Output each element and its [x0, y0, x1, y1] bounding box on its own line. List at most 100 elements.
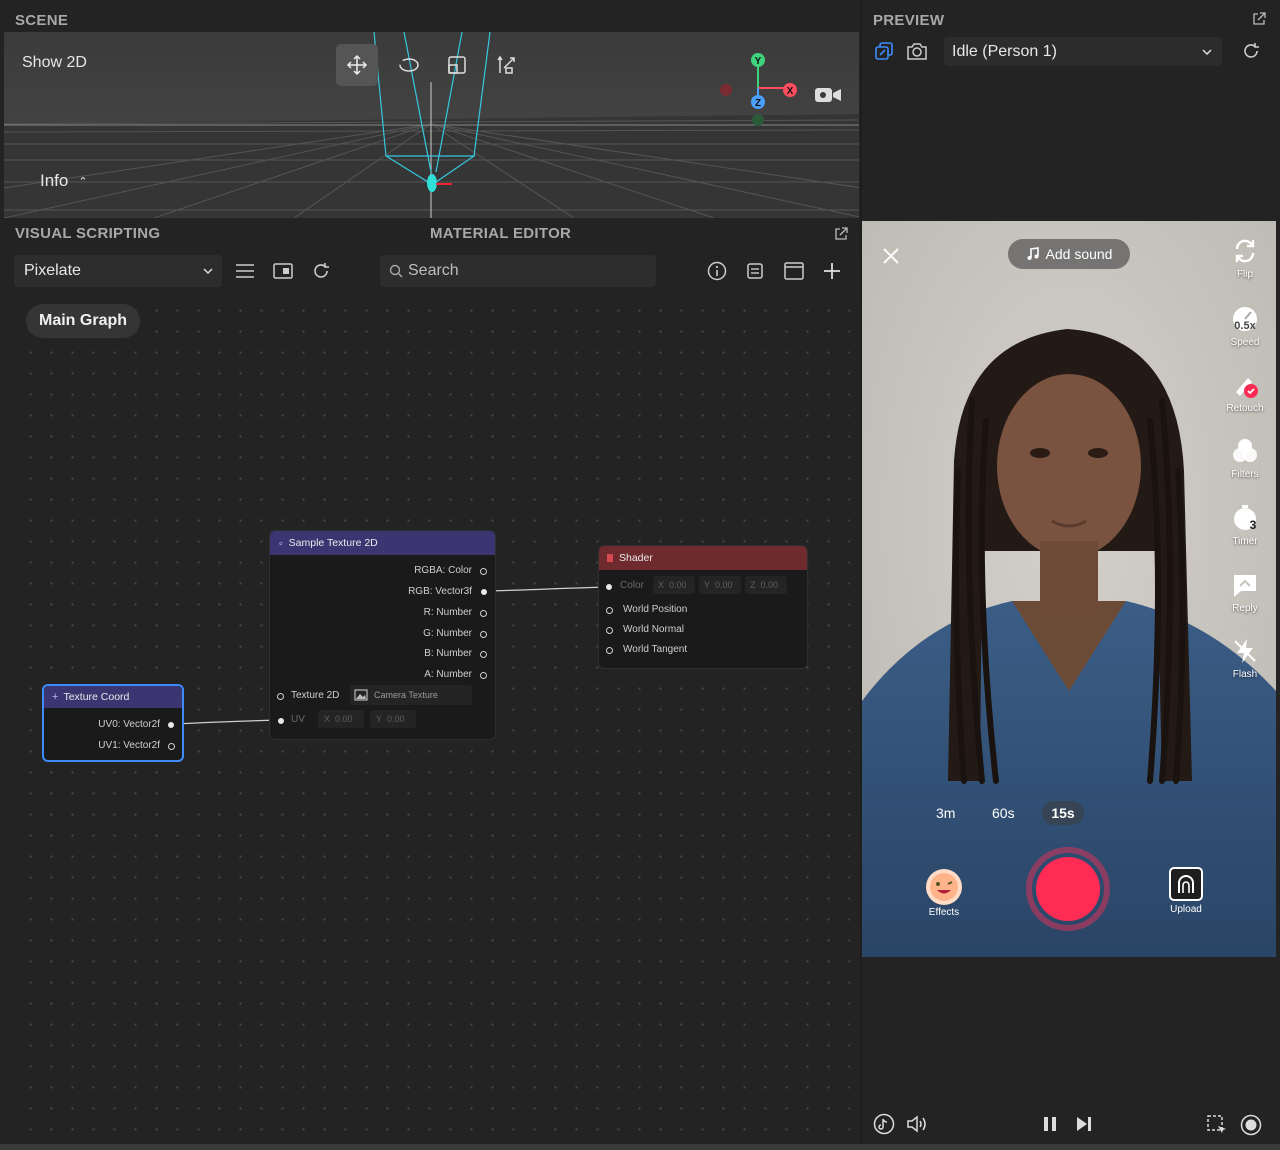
- texture-picker[interactable]: Camera Texture: [350, 685, 472, 705]
- port-world-normal-dot[interactable]: [606, 627, 613, 634]
- port-rgb-dot[interactable]: [481, 589, 487, 595]
- retouch-icon: [1230, 369, 1260, 401]
- visual-scripting-tab[interactable]: VISUAL SCRIPTING: [15, 225, 160, 242]
- scale-icon: [448, 56, 466, 74]
- port-uv-dot[interactable]: [278, 718, 284, 724]
- tool-filters[interactable]: Filters: [1215, 435, 1275, 495]
- phone-preview[interactable]: Add sound Flip 0.5x Speed Retouch Filters 3 Ti…: [862, 221, 1276, 957]
- selection-button[interactable]: [1204, 1112, 1230, 1138]
- window-button[interactable]: [781, 258, 807, 284]
- info-icon: [707, 261, 727, 281]
- tool-timer[interactable]: 3 Timer: [1215, 502, 1275, 562]
- info-label: Info: [40, 171, 69, 190]
- duration-60s[interactable]: 60s: [992, 805, 1015, 821]
- port-texture2d-dot[interactable]: [277, 693, 284, 700]
- color-x-field[interactable]: X 0.00: [653, 576, 695, 594]
- video-camera-icon: [815, 88, 841, 102]
- port-r-number: R: Number: [423, 607, 472, 618]
- sample-texture-node-title: Sample Texture 2D: [288, 537, 378, 549]
- port-rgba-color: RGBA: Color: [414, 565, 472, 576]
- graph-select[interactable]: Pixelate: [14, 255, 222, 287]
- rotate-tool-button[interactable]: [394, 50, 424, 80]
- scene-panel: SCENE Show 2D Info ⌃ Y X Z: [0, 0, 860, 220]
- port-g-dot[interactable]: [480, 631, 487, 638]
- tool-retouch[interactable]: Retouch: [1215, 369, 1275, 429]
- record-inner: [1036, 857, 1100, 921]
- graph-select-value: Pixelate: [24, 262, 81, 279]
- preview-popout-button[interactable]: [1250, 10, 1268, 28]
- port-world-tangent: World Tangent: [623, 644, 688, 655]
- editor-popout-button[interactable]: [832, 225, 850, 243]
- tiktok-button[interactable]: [872, 1112, 896, 1136]
- uv-y-axis-label: Y: [376, 714, 383, 724]
- show-2d-toggle[interactable]: Show 2D: [22, 54, 87, 72]
- move-tool-button[interactable]: [336, 44, 378, 86]
- upload-button[interactable]: Upload: [1164, 867, 1208, 915]
- chevron-down-icon: [1202, 48, 1212, 55]
- transform-tool-button[interactable]: [492, 50, 522, 80]
- tool-reply[interactable]: Reply: [1215, 569, 1275, 629]
- visual-scripting-panel: VISUAL SCRIPTING MATERIAL EDITOR Pixelat…: [0, 220, 860, 1150]
- move-arrows-icon: [346, 54, 368, 76]
- axis-gizmo[interactable]: Y X Z: [704, 46, 824, 136]
- main-graph-label: Main Graph: [39, 312, 128, 329]
- uv-x-field[interactable]: X 0.00: [318, 710, 364, 728]
- port-color-dot[interactable]: [606, 584, 612, 590]
- record-button[interactable]: [1026, 847, 1110, 931]
- port-b-number: B: Number: [424, 648, 472, 659]
- port-uv1-dot[interactable]: [168, 743, 175, 750]
- preview-state-select[interactable]: Idle (Person 1): [944, 37, 1222, 66]
- port-rgba-dot[interactable]: [480, 568, 487, 575]
- color-z-field[interactable]: Z 0.00: [745, 576, 787, 594]
- preview-mode-button[interactable]: [872, 38, 896, 64]
- shader-node-header[interactable]: Shader: [599, 546, 807, 570]
- sample-texture-node-header[interactable]: ∘ Sample Texture 2D: [270, 531, 495, 555]
- texture-coord-node[interactable]: + Texture Coord UV0: Vector2f UV1: Vecto…: [42, 684, 184, 762]
- node-search[interactable]: Search: [380, 255, 656, 287]
- tool-label: Flash: [1232, 669, 1258, 680]
- color-y-field[interactable]: Y 0.00: [699, 576, 741, 594]
- port-world-position-dot[interactable]: [606, 607, 613, 614]
- port-world-tangent-dot[interactable]: [606, 647, 613, 654]
- graph-refresh-button[interactable]: [308, 258, 334, 284]
- add-node-button[interactable]: [819, 258, 845, 284]
- notes-button[interactable]: [742, 258, 768, 284]
- preview-title: PREVIEW: [873, 12, 945, 29]
- info-toggle[interactable]: Info ⌃: [40, 171, 88, 191]
- main-graph-breadcrumb[interactable]: Main Graph: [26, 304, 141, 338]
- graph-canvas[interactable]: Main Graph ∘ Sample Texture 2D RGBA: Col…: [14, 294, 850, 1140]
- tool-speed[interactable]: 0.5x Speed: [1215, 303, 1275, 363]
- volume-button[interactable]: [904, 1112, 930, 1136]
- minimap-button[interactable]: [270, 258, 296, 284]
- material-editor-tab[interactable]: MATERIAL EDITOR: [430, 225, 571, 242]
- port-uv0-dot[interactable]: [168, 722, 174, 728]
- phone-close-button[interactable]: [878, 243, 904, 269]
- gizmo-y-label: Y: [755, 56, 762, 67]
- add-sound-button[interactable]: Add sound: [1008, 239, 1130, 269]
- preview-refresh-button[interactable]: [1238, 38, 1264, 64]
- scale-tool-button[interactable]: [442, 50, 472, 80]
- tool-flash[interactable]: Flash: [1215, 635, 1275, 695]
- effects-button[interactable]: Effects: [924, 867, 964, 918]
- duration-15s[interactable]: 15s: [1042, 801, 1084, 825]
- texture-coord-node-header[interactable]: + Texture Coord: [44, 686, 182, 708]
- record-preview-button[interactable]: [1238, 1112, 1264, 1138]
- uv-y-field[interactable]: Y 0.00: [370, 710, 416, 728]
- sample-texture-2d-node[interactable]: ∘ Sample Texture 2D RGBA: Color RGB: Vec…: [269, 530, 496, 740]
- scene-camera-button[interactable]: [812, 82, 844, 108]
- tool-flip[interactable]: Flip: [1215, 235, 1275, 295]
- shader-node[interactable]: Shader Color X 0.00 Y 0.00 Z 0.00 World Pos…: [598, 545, 808, 669]
- port-b-dot[interactable]: [480, 651, 487, 658]
- port-a-dot[interactable]: [480, 672, 487, 679]
- step-forward-button[interactable]: [1072, 1112, 1096, 1136]
- duration-3m[interactable]: 3m: [936, 805, 955, 821]
- menu-button[interactable]: [232, 258, 258, 284]
- pause-button[interactable]: [1038, 1112, 1062, 1136]
- scene-viewport[interactable]: Show 2D Info ⌃ Y X Z: [4, 32, 859, 218]
- preview-camera-button[interactable]: [904, 38, 930, 64]
- tool-label: Flip: [1236, 269, 1254, 280]
- port-r-dot[interactable]: [480, 610, 487, 617]
- info-button[interactable]: [704, 258, 730, 284]
- flash-icon: [1230, 635, 1260, 667]
- port-a-number: A: Number: [424, 669, 472, 680]
